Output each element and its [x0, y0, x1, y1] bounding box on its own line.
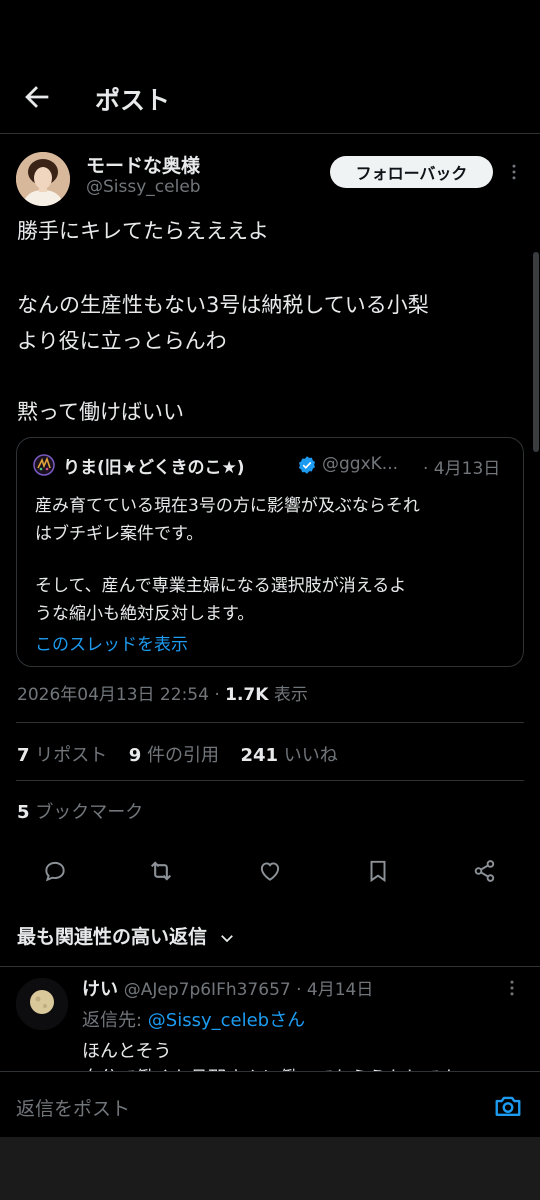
post-timestamp-views: 2026年04月13日 22:54 · 1.7K 表示 — [17, 680, 308, 705]
like-button[interactable] — [255, 856, 285, 886]
author-handle[interactable]: @Sissy_celeb — [86, 177, 201, 197]
divider — [16, 780, 524, 781]
repost-button[interactable] — [146, 856, 176, 886]
follow-back-button[interactable]: フォローバック — [330, 156, 493, 188]
replying-to: 返信先: @Sissy_celebさん — [82, 1010, 306, 1031]
like-icon — [260, 862, 280, 881]
quote-author-handle[interactable]: @ggxK... — [322, 454, 398, 474]
more-icon — [510, 980, 514, 996]
camera-button[interactable] — [493, 1091, 523, 1121]
quote-text-line: はブチギレ案件です。 — [35, 524, 204, 544]
author-avatar[interactable] — [16, 152, 70, 206]
post-text-line: 勝手にキレてたらえええよ — [17, 219, 269, 243]
reply-avatar[interactable] — [16, 978, 68, 1030]
author-name[interactable]: モードな奥様 — [86, 151, 200, 178]
bookmark-button[interactable] — [363, 856, 393, 886]
quote-text-line: うな縮小も絶対反対します。 — [35, 604, 255, 624]
share-icon — [474, 860, 495, 882]
replies-section-title: 最も関連性の高い返信 — [17, 926, 208, 948]
replying-to-handle[interactable]: @Sissy_celeb — [148, 1010, 269, 1031]
quote-author-name[interactable]: りま(旧★どくきのこ★) — [63, 453, 245, 478]
system-navigation-bar — [0, 1137, 540, 1200]
quote-avatar — [33, 454, 55, 476]
back-button[interactable] — [20, 80, 54, 114]
reply-input[interactable]: 返信をポスト — [16, 1094, 130, 1121]
top-app-bar: ポスト — [0, 0, 540, 134]
quote-text-line: 産み育てている現在3号の方に影響が及ぶならそれ — [35, 496, 420, 516]
likes-stat[interactable]: 241 いいね — [240, 745, 337, 766]
reply-composer[interactable]: 返信をポスト — [0, 1071, 540, 1137]
reposts-stat[interactable]: 7 リポスト — [17, 745, 107, 766]
page-title: ポスト — [95, 86, 171, 115]
quotes-stat[interactable]: 9 件の引用 — [129, 745, 219, 766]
quoted-post[interactable]: りま(旧★どくきのこ★) @ggxK... · 4月13日 産み育てている現在3… — [16, 437, 524, 667]
quote-text-line: そして、産んで専業主婦になる選択肢が消えるよ — [35, 576, 407, 596]
verified-badge — [297, 455, 317, 479]
reply-author-name[interactable]: けい — [82, 979, 118, 1000]
views-count: 1.7K — [225, 685, 269, 705]
reply-handle-date[interactable]: @AJep7p6IFh37657 · 4月14日 — [124, 980, 374, 1000]
post-text-line: より役に立っとらんわ — [17, 329, 227, 353]
reply-more-button[interactable] — [502, 978, 522, 1002]
views-label: 表示 — [268, 685, 308, 705]
repost-icon — [150, 861, 172, 881]
reply-text-line: ほんとそう — [82, 1041, 172, 1062]
post-datetime: 2026年04月13日 22:54 · — [17, 685, 226, 705]
divider — [0, 966, 540, 967]
show-thread-link[interactable]: このスレッドを表示 — [35, 630, 188, 655]
share-button[interactable] — [470, 856, 500, 886]
reply-header: けい @AJep7p6IFh37657 · 4月14日 — [82, 975, 373, 1001]
back-arrow-icon — [25, 86, 49, 108]
chevron-down-icon — [220, 934, 233, 942]
post-more-button[interactable] — [502, 160, 526, 184]
camera-icon — [495, 1096, 521, 1116]
scrollbar[interactable] — [533, 252, 539, 452]
divider — [16, 722, 524, 723]
reply-icon — [45, 861, 65, 882]
post-text-line: なんの生産性もない3号は納税している小梨 — [17, 293, 429, 317]
quote-date: · 4月13日 — [423, 459, 501, 479]
reply-button[interactable] — [40, 856, 70, 886]
verified-badge-icon — [299, 456, 315, 474]
bookmark-icon — [370, 860, 386, 883]
replies-sort-selector[interactable]: 最も関連性の高い返信 — [17, 922, 236, 949]
more-icon — [512, 164, 516, 180]
post-text-line: 黙って働けばいい — [17, 400, 184, 424]
engagement-stats: 7 リポスト 9 件の引用 241 いいね — [17, 741, 338, 767]
bookmarks-stat[interactable]: 5 ブックマーク — [17, 798, 143, 824]
